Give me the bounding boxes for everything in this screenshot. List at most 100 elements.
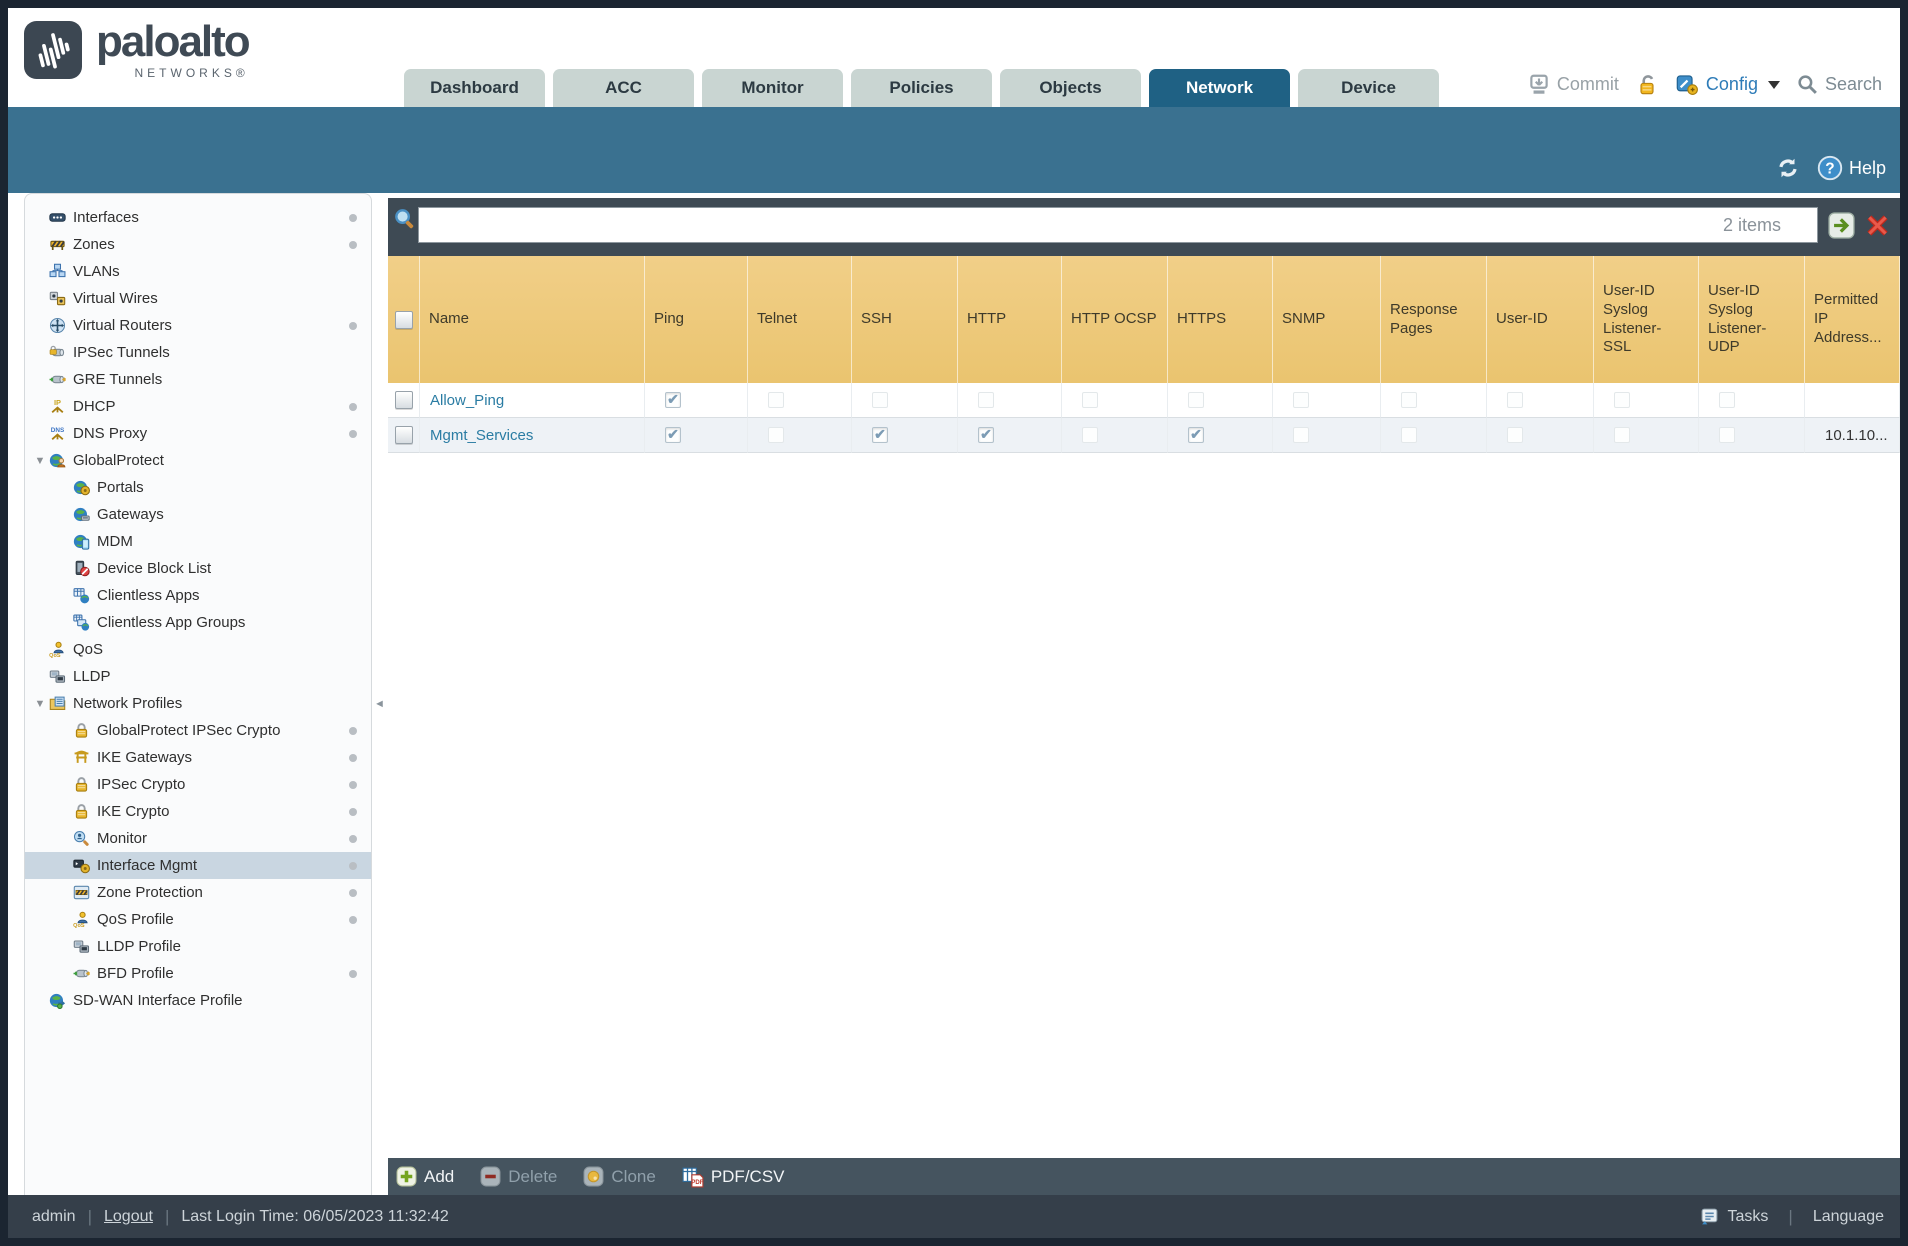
app-window: paloalto NETWORKS® Dashboard ACC Monitor Po… [8,8,1900,1238]
http_ocsp-checkbox[interactable] [1082,392,1098,408]
column-header-ssh[interactable]: SSH [852,256,958,383]
profile-name-link[interactable]: Allow_Ping [430,392,504,409]
telnet-checkbox[interactable] [768,427,784,443]
sidebar-item-globalprotect[interactable]: ▼ GlobalProtect [25,447,371,474]
sidebar-item-mdm[interactable]: MDM [25,528,371,555]
sidebar-item-zone-protection[interactable]: Zone Protection [25,879,371,906]
sidebar-item-ike-crypto[interactable]: IKE Crypto [25,798,371,825]
uid_syslog_udp-checkbox[interactable] [1719,392,1735,408]
column-header-uid_syslog_udp[interactable]: User-ID Syslog Listener-UDP [1699,256,1805,383]
snmp-checkbox[interactable] [1293,427,1309,443]
tree-collapse-toggle[interactable]: ▼ [31,455,49,467]
uid_syslog_ssl-checkbox[interactable] [1614,427,1630,443]
sidebar-item-gateways[interactable]: Gateways [25,501,371,528]
tab-objects[interactable]: Objects [1000,69,1141,107]
logout-link[interactable]: Logout [104,1208,153,1226]
uid_syslog_ssl-checkbox[interactable] [1614,392,1630,408]
clone-label: Clone [611,1166,656,1186]
column-header-telnet[interactable]: Telnet [748,256,852,383]
user_id-checkbox[interactable] [1507,392,1523,408]
sidebar-item-lldp-profile[interactable]: LLDP Profile [25,933,371,960]
column-header-user_id[interactable]: User-ID [1487,256,1594,383]
pdf-csv-button[interactable]: PDF PDF/CSV [682,1166,785,1188]
ping-checkbox[interactable] [665,392,681,408]
telnet-checkbox[interactable] [768,392,784,408]
delete-button[interactable]: Delete [480,1166,557,1187]
https-checkbox[interactable] [1188,427,1204,443]
sidebar-item-ike-gateways[interactable]: IKE Gateways [25,744,371,771]
sidebar-item-bfd-profile[interactable]: BFD Profile [25,960,371,987]
sidebar-item-gre-tunnels[interactable]: GRE Tunnels [25,366,371,393]
sidebar-item-globalprotect-ipsec-crypto[interactable]: GlobalProtect IPSec Crypto [25,717,371,744]
response_pages-checkbox[interactable] [1401,427,1417,443]
clear-filter-button[interactable] [1864,212,1891,239]
tab-acc[interactable]: ACC [553,69,694,107]
language-link[interactable]: Language [1813,1208,1884,1226]
tab-device[interactable]: Device [1298,69,1439,107]
column-header-sel[interactable] [388,256,420,383]
sidebar-item-label: DHCP [73,398,116,415]
sidebar-collapse-handle[interactable]: ◄ [374,698,385,710]
http_ocsp-checkbox[interactable] [1082,427,1098,443]
sidebar-item-sd-wan-interface-profile[interactable]: SD-WAN Interface Profile [25,987,371,1014]
http-checkbox[interactable] [978,392,994,408]
refresh-icon[interactable] [1775,155,1801,181]
select-all-checkbox[interactable] [394,310,413,329]
sidebar-item-lldp[interactable]: LLDP [25,663,371,690]
global-search[interactable]: Search [1796,73,1882,96]
sidebar-item-interfaces[interactable]: Interfaces [25,204,371,231]
row-select-checkbox[interactable] [394,426,413,444]
sidebar-item-virtual-routers[interactable]: Virtual Routers [25,312,371,339]
response_pages-checkbox[interactable] [1401,392,1417,408]
ssh-checkbox[interactable] [872,392,888,408]
column-header-ping[interactable]: Ping [645,256,748,383]
sidebar-item-ipsec-crypto[interactable]: IPSec Crypto [25,771,371,798]
sidebar-item-dns-proxy[interactable]: DNS DNS Proxy [25,420,371,447]
user_id-checkbox[interactable] [1507,427,1523,443]
sidebar-item-vlans[interactable]: VLANs [25,258,371,285]
config-menu[interactable]: Config [1675,72,1780,97]
sidebar-item-virtual-wires[interactable]: Virtual Wires [25,285,371,312]
column-header-snmp[interactable]: SNMP [1273,256,1381,383]
http-checkbox[interactable] [978,427,994,443]
lock-icon[interactable] [1635,73,1659,97]
column-header-http[interactable]: HTTP [958,256,1062,383]
clone-button[interactable]: Clone [583,1166,656,1187]
snmp-checkbox[interactable] [1293,392,1309,408]
sidebar-item-clientless-apps[interactable]: Clientless Apps [25,582,371,609]
uid_syslog_udp-checkbox[interactable] [1719,427,1735,443]
sidebar-item-qos[interactable]: QoS QoS [25,636,371,663]
tab-dashboard[interactable]: Dashboard [404,69,545,107]
column-header-name[interactable]: Name [420,256,645,383]
profile-name-link[interactable]: Mgmt_Services [430,427,533,444]
help-button[interactable]: ? Help [1817,155,1886,181]
sidebar-item-network-profiles[interactable]: ▼ Network Profiles [25,690,371,717]
sidebar-item-device-block-list[interactable]: Device Block List [25,555,371,582]
ssh-checkbox[interactable] [872,427,888,443]
tab-monitor[interactable]: Monitor [702,69,843,107]
column-header-https[interactable]: HTTPS [1168,256,1273,383]
sidebar-item-portals[interactable]: Portals [25,474,371,501]
apply-filter-button[interactable] [1828,212,1855,239]
https-checkbox[interactable] [1188,392,1204,408]
tab-network[interactable]: Network [1149,69,1290,107]
column-header-response_pages[interactable]: Response Pages [1381,256,1487,383]
row-select-checkbox[interactable] [394,391,413,409]
column-header-http_ocsp[interactable]: HTTP OCSP [1062,256,1168,383]
sidebar-item-ipsec-tunnels[interactable]: IPSec Tunnels [25,339,371,366]
sidebar-item-monitor[interactable]: Monitor [25,825,371,852]
sidebar-item-zones[interactable]: Zones [25,231,371,258]
ping-checkbox[interactable] [665,427,681,443]
sidebar-item-qos-profile[interactable]: QoS QoS Profile [25,906,371,933]
commit-button[interactable]: Commit [1527,73,1619,97]
column-header-permitted_ip[interactable]: Permitted IP Address... [1805,256,1900,383]
tree-collapse-toggle[interactable]: ▼ [31,698,49,710]
column-header-uid_syslog_ssl[interactable]: User-ID Syslog Listener-SSL [1594,256,1699,383]
filter-input[interactable] [418,207,1818,243]
sidebar-item-clientless-app-groups[interactable]: Clientless App Groups [25,609,371,636]
sidebar-item-interface-mgmt[interactable]: Interface Mgmt [25,852,371,879]
add-button[interactable]: Add [396,1166,454,1187]
sidebar-item-dhcp[interactable]: IP DHCP [25,393,371,420]
tasks-link[interactable]: Tasks [1727,1208,1768,1226]
tab-policies[interactable]: Policies [851,69,992,107]
